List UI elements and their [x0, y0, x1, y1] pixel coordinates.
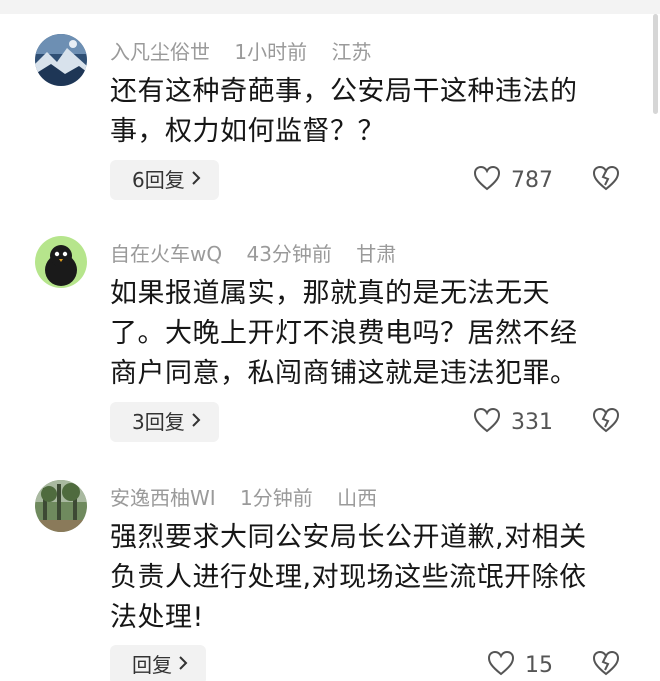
username[interactable]: 自在火车wQ: [110, 242, 222, 266]
heart-icon: [487, 650, 515, 680]
comment-meta: 入凡尘俗世 1小时前 江苏: [110, 40, 389, 64]
location: 甘肃: [356, 242, 397, 266]
username[interactable]: 安逸西柚WI: [110, 486, 216, 510]
like-count: 15: [525, 652, 553, 678]
chevron-right-icon: [178, 645, 188, 681]
reply-label: 回复: [132, 653, 172, 677]
comment-list-page: 入凡尘俗世 1小时前 江苏 还有这种奇葩事，公安局干这种违法的 事，权力如何监督…: [0, 0, 660, 681]
comment-text-line: 了。大晚上开灯不浪费电吗？居然不经: [110, 318, 578, 349]
top-divider: [0, 0, 660, 14]
avatar[interactable]: [35, 480, 87, 532]
avatar[interactable]: [35, 236, 87, 288]
chevron-right-icon: [191, 402, 201, 442]
location: 江苏: [331, 40, 372, 64]
black-bird-avatar-icon: [35, 236, 87, 288]
comment-text-line: 负责人进行处理,对现场这些流氓开除依: [110, 562, 587, 593]
comment-text: 还有这种奇葩事，公安局干这种违法的 事，权力如何监督？？: [110, 72, 630, 152]
reply-label: 6回复: [132, 168, 185, 192]
like-button[interactable]: 331: [473, 402, 553, 442]
reply-button[interactable]: 回复: [110, 645, 206, 681]
comment-text-line: 强烈要求大同公安局长公开道歉,对相关: [110, 522, 587, 553]
reply-button[interactable]: 3回复: [110, 402, 219, 442]
like-count: 787: [511, 167, 553, 193]
garden-photo-avatar-icon: [35, 480, 87, 532]
timestamp: 1小时前: [234, 40, 308, 64]
dislike-button[interactable]: [592, 645, 622, 681]
broken-heart-icon: [592, 650, 620, 680]
dislike-button[interactable]: [592, 402, 622, 442]
like-button[interactable]: 787: [473, 160, 553, 200]
avatar[interactable]: [35, 34, 87, 86]
chevron-right-icon: [191, 160, 201, 200]
comment-text-line: 事，权力如何监督？？: [110, 116, 385, 147]
like-count: 331: [511, 409, 553, 435]
like-button[interactable]: 15: [487, 645, 553, 681]
reply-button[interactable]: 6回复: [110, 160, 219, 200]
comment-text-line: 还有这种奇葩事，公安局干这种违法的: [110, 76, 578, 107]
comment-item: 自在火车wQ 43分钟前 甘肃 如果报道属实，那就真的是无法无天 了。大晚上开灯…: [0, 236, 660, 456]
blue-landscape-avatar-icon: [35, 34, 87, 86]
username[interactable]: 入凡尘俗世: [110, 40, 210, 64]
location: 山西: [337, 486, 378, 510]
reply-label: 3回复: [132, 410, 185, 434]
comment-text-line: 商户同意，私闯商铺这就是违法犯罪。: [110, 358, 578, 389]
comment-text: 强烈要求大同公安局长公开道歉,对相关 负责人进行处理,对现场这些流氓开除依 法处…: [110, 518, 630, 638]
comment-meta: 自在火车wQ 43分钟前 甘肃: [110, 242, 414, 266]
timestamp: 43分钟前: [246, 242, 332, 266]
comment-text: 如果报道属实，那就真的是无法无天 了。大晚上开灯不浪费电吗？居然不经 商户同意，…: [110, 274, 630, 394]
dislike-button[interactable]: [592, 160, 622, 200]
comment-meta: 安逸西柚WI 1分钟前 山西: [110, 486, 395, 510]
timestamp: 1分钟前: [240, 486, 313, 510]
comment-item: 安逸西柚WI 1分钟前 山西 强烈要求大同公安局长公开道歉,对相关 负责人进行处…: [0, 480, 660, 681]
heart-icon: [473, 407, 501, 437]
comment-text-line: 如果报道属实，那就真的是无法无天: [110, 278, 550, 309]
comment-item: 入凡尘俗世 1小时前 江苏 还有这种奇葩事，公安局干这种违法的 事，权力如何监督…: [0, 34, 660, 214]
broken-heart-icon: [592, 165, 620, 195]
comment-text-line: 法处理!: [110, 602, 204, 633]
broken-heart-icon: [592, 407, 620, 437]
heart-icon: [473, 165, 501, 195]
